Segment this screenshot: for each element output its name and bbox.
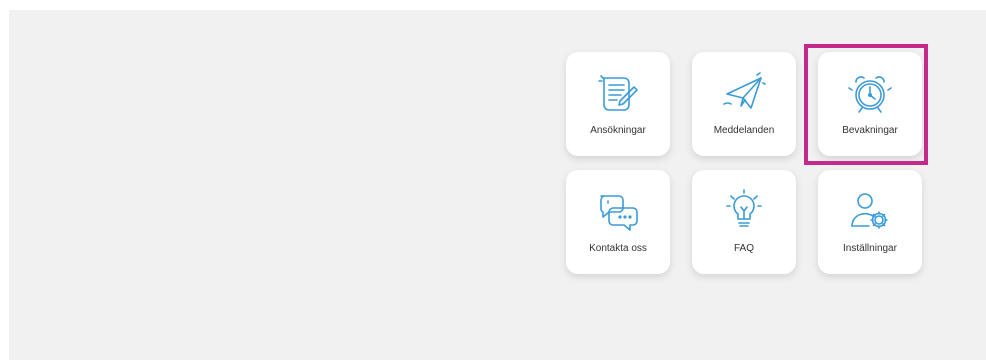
- paper-plane-icon: [721, 70, 767, 116]
- user-settings-icon: [847, 188, 893, 234]
- tile-label: Ansökningar: [590, 125, 646, 136]
- tile-label: Kontakta oss: [589, 243, 647, 254]
- tile-bevakningar[interactable]: Bevakningar: [818, 52, 922, 156]
- tile-label: Inställningar: [843, 243, 897, 254]
- tile-label: FAQ: [733, 243, 754, 254]
- tile-installningar[interactable]: Inställningar: [818, 170, 922, 274]
- lightbulb-icon: [721, 188, 767, 234]
- document-edit-icon: [595, 70, 641, 116]
- tile-ansokningar[interactable]: Ansökningar: [566, 52, 670, 156]
- tile-label: Meddelanden: [713, 125, 775, 136]
- tile-kontakta-oss[interactable]: Kontakta oss: [566, 170, 670, 274]
- chat-bubbles-icon: [595, 188, 641, 234]
- tile-meddelanden[interactable]: Meddelanden: [692, 52, 796, 156]
- tile-faq[interactable]: FAQ: [692, 170, 796, 274]
- tile-label: Bevakningar: [842, 125, 898, 136]
- alarm-clock-icon: [847, 70, 893, 116]
